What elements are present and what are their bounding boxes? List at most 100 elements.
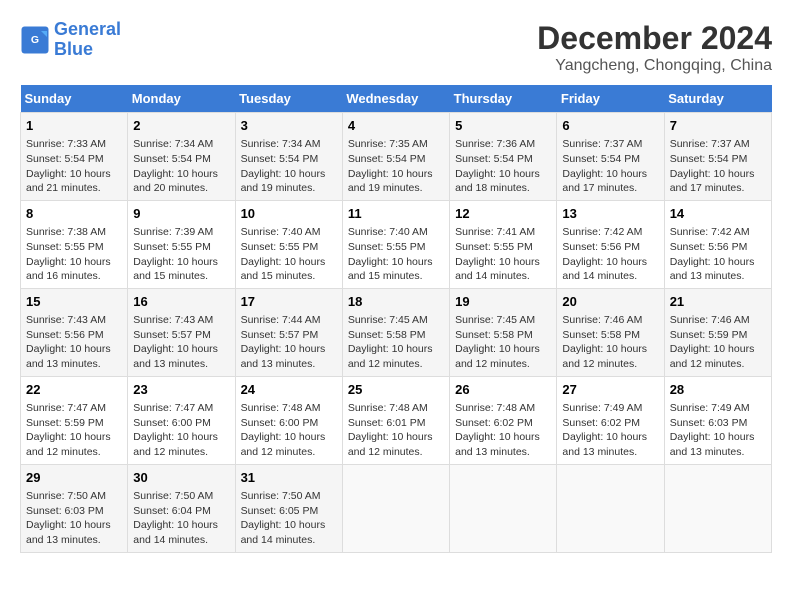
calendar-cell: 24 Sunrise: 7:48 AMSunset: 6:00 PMDayligh… xyxy=(235,376,342,464)
day-number: 31 xyxy=(241,469,337,487)
day-number: 5 xyxy=(455,117,551,135)
calendar-cell: 22Sunrise: 7:47 AMSunset: 5:59 PMDayligh… xyxy=(21,376,128,464)
calendar-cell: 11Sunrise: 7:40 AMSunset: 5:55 PMDayligh… xyxy=(342,200,449,288)
day-number: 25 xyxy=(348,381,444,399)
calendar-cell: 3 Sunrise: 7:34 AMSunset: 5:54 PMDaylight… xyxy=(235,113,342,201)
day-number: 10 xyxy=(241,205,337,223)
calendar-cell: 29 Sunrise: 7:50 AMSunset: 6:03 PMDayligh… xyxy=(21,464,128,552)
day-info: Sunrise: 7:44 AMSunset: 5:57 PMDaylight:… xyxy=(241,313,337,372)
calendar-table: SundayMondayTuesdayWednesdayThursdayFrid… xyxy=(20,85,772,553)
header-day-monday: Monday xyxy=(128,85,235,113)
day-number: 21 xyxy=(670,293,766,311)
calendar-cell xyxy=(342,464,449,552)
day-number: 1 xyxy=(26,117,122,135)
day-info: Sunrise: 7:40 AMSunset: 5:55 PMDaylight:… xyxy=(241,225,337,284)
calendar-cell: 5 Sunrise: 7:36 AMSunset: 5:54 PMDaylight… xyxy=(450,113,557,201)
week-row-2: 8 Sunrise: 7:38 AMSunset: 5:55 PMDaylight… xyxy=(21,200,772,288)
day-info: Sunrise: 7:50 AMSunset: 6:03 PMDaylight:… xyxy=(26,489,122,548)
day-number: 27 xyxy=(562,381,658,399)
day-number: 2 xyxy=(133,117,229,135)
calendar-cell: 2 Sunrise: 7:34 AMSunset: 5:54 PMDaylight… xyxy=(128,113,235,201)
day-info: Sunrise: 7:48 AMSunset: 6:01 PMDaylight:… xyxy=(348,401,444,460)
logo-icon: G xyxy=(20,25,50,55)
calendar-cell: 9 Sunrise: 7:39 AMSunset: 5:55 PMDaylight… xyxy=(128,200,235,288)
day-number: 13 xyxy=(562,205,658,223)
day-number: 12 xyxy=(455,205,551,223)
day-number: 16 xyxy=(133,293,229,311)
day-number: 20 xyxy=(562,293,658,311)
day-number: 22 xyxy=(26,381,122,399)
header-day-friday: Friday xyxy=(557,85,664,113)
calendar-cell: 12 Sunrise: 7:41 AMSunset: 5:55 PMDayligh… xyxy=(450,200,557,288)
location: Yangcheng, Chongqing, China xyxy=(537,57,772,75)
day-number: 26 xyxy=(455,381,551,399)
day-info: Sunrise: 7:34 AMSunset: 5:54 PMDaylight:… xyxy=(133,137,229,196)
calendar-cell: 15Sunrise: 7:43 AMSunset: 5:56 PMDayligh… xyxy=(21,288,128,376)
day-info: Sunrise: 7:37 AMSunset: 5:54 PMDaylight:… xyxy=(670,137,766,196)
header-day-thursday: Thursday xyxy=(450,85,557,113)
calendar-cell: 4Sunrise: 7:35 AMSunset: 5:54 PMDaylight… xyxy=(342,113,449,201)
calendar-cell xyxy=(557,464,664,552)
day-number: 11 xyxy=(348,205,444,223)
header-row: SundayMondayTuesdayWednesdayThursdayFrid… xyxy=(21,85,772,113)
day-number: 9 xyxy=(133,205,229,223)
calendar-cell: 7Sunrise: 7:37 AMSunset: 5:54 PMDaylight… xyxy=(664,113,771,201)
calendar-cell: 17 Sunrise: 7:44 AMSunset: 5:57 PMDayligh… xyxy=(235,288,342,376)
day-info: Sunrise: 7:43 AMSunset: 5:57 PMDaylight:… xyxy=(133,313,229,372)
day-info: Sunrise: 7:48 AMSunset: 6:00 PMDaylight:… xyxy=(241,401,337,460)
day-info: Sunrise: 7:47 AMSunset: 6:00 PMDaylight:… xyxy=(133,401,229,460)
day-info: Sunrise: 7:46 AMSunset: 5:58 PMDaylight:… xyxy=(562,313,658,372)
calendar-cell: 16 Sunrise: 7:43 AMSunset: 5:57 PMDayligh… xyxy=(128,288,235,376)
day-info: Sunrise: 7:38 AMSunset: 5:55 PMDaylight:… xyxy=(26,225,122,284)
week-row-4: 22Sunrise: 7:47 AMSunset: 5:59 PMDayligh… xyxy=(21,376,772,464)
day-info: Sunrise: 7:35 AMSunset: 5:54 PMDaylight:… xyxy=(348,137,444,196)
header-day-tuesday: Tuesday xyxy=(235,85,342,113)
calendar-cell: 14Sunrise: 7:42 AMSunset: 5:56 PMDayligh… xyxy=(664,200,771,288)
day-number: 28 xyxy=(670,381,766,399)
day-number: 8 xyxy=(26,205,122,223)
day-info: Sunrise: 7:41 AMSunset: 5:55 PMDaylight:… xyxy=(455,225,551,284)
header-day-wednesday: Wednesday xyxy=(342,85,449,113)
header-day-saturday: Saturday xyxy=(664,85,771,113)
day-info: Sunrise: 7:45 AMSunset: 5:58 PMDaylight:… xyxy=(455,313,551,372)
calendar-body: 1 Sunrise: 7:33 AMSunset: 5:54 PMDaylight… xyxy=(21,113,772,553)
day-info: Sunrise: 7:50 AMSunset: 6:04 PMDaylight:… xyxy=(133,489,229,548)
calendar-cell: 30 Sunrise: 7:50 AMSunset: 6:04 PMDayligh… xyxy=(128,464,235,552)
day-number: 24 xyxy=(241,381,337,399)
title-block: December 2024 Yangcheng, Chongqing, Chin… xyxy=(537,20,772,75)
day-info: Sunrise: 7:37 AMSunset: 5:54 PMDaylight:… xyxy=(562,137,658,196)
day-number: 6 xyxy=(562,117,658,135)
calendar-cell: 31 Sunrise: 7:50 AMSunset: 6:05 PMDayligh… xyxy=(235,464,342,552)
calendar-cell: 13Sunrise: 7:42 AMSunset: 5:56 PMDayligh… xyxy=(557,200,664,288)
week-row-3: 15Sunrise: 7:43 AMSunset: 5:56 PMDayligh… xyxy=(21,288,772,376)
day-number: 17 xyxy=(241,293,337,311)
calendar-cell: 27Sunrise: 7:49 AMSunset: 6:02 PMDayligh… xyxy=(557,376,664,464)
day-number: 30 xyxy=(133,469,229,487)
day-info: Sunrise: 7:49 AMSunset: 6:03 PMDaylight:… xyxy=(670,401,766,460)
calendar-cell: 23Sunrise: 7:47 AMSunset: 6:00 PMDayligh… xyxy=(128,376,235,464)
svg-text:G: G xyxy=(31,34,39,46)
calendar-header: SundayMondayTuesdayWednesdayThursdayFrid… xyxy=(21,85,772,113)
logo-line1: General xyxy=(54,19,121,39)
calendar-cell: 26 Sunrise: 7:48 AMSunset: 6:02 PMDayligh… xyxy=(450,376,557,464)
day-info: Sunrise: 7:45 AMSunset: 5:58 PMDaylight:… xyxy=(348,313,444,372)
day-info: Sunrise: 7:34 AMSunset: 5:54 PMDaylight:… xyxy=(241,137,337,196)
day-info: Sunrise: 7:50 AMSunset: 6:05 PMDaylight:… xyxy=(241,489,337,548)
calendar-cell: 19Sunrise: 7:45 AMSunset: 5:58 PMDayligh… xyxy=(450,288,557,376)
calendar-cell: 21 Sunrise: 7:46 AMSunset: 5:59 PMDayligh… xyxy=(664,288,771,376)
day-number: 29 xyxy=(26,469,122,487)
week-row-5: 29 Sunrise: 7:50 AMSunset: 6:03 PMDayligh… xyxy=(21,464,772,552)
day-number: 3 xyxy=(241,117,337,135)
day-info: Sunrise: 7:48 AMSunset: 6:02 PMDaylight:… xyxy=(455,401,551,460)
page-header: G General Blue December 2024 Yangcheng, … xyxy=(20,20,772,75)
day-info: Sunrise: 7:46 AMSunset: 5:59 PMDaylight:… xyxy=(670,313,766,372)
day-number: 15 xyxy=(26,293,122,311)
day-info: Sunrise: 7:33 AMSunset: 5:54 PMDaylight:… xyxy=(26,137,122,196)
logo-line2: Blue xyxy=(54,39,93,59)
month-title: December 2024 xyxy=(537,20,772,57)
logo: G General Blue xyxy=(20,20,121,60)
day-info: Sunrise: 7:39 AMSunset: 5:55 PMDaylight:… xyxy=(133,225,229,284)
calendar-cell: 1 Sunrise: 7:33 AMSunset: 5:54 PMDaylight… xyxy=(21,113,128,201)
day-info: Sunrise: 7:36 AMSunset: 5:54 PMDaylight:… xyxy=(455,137,551,196)
calendar-cell xyxy=(664,464,771,552)
